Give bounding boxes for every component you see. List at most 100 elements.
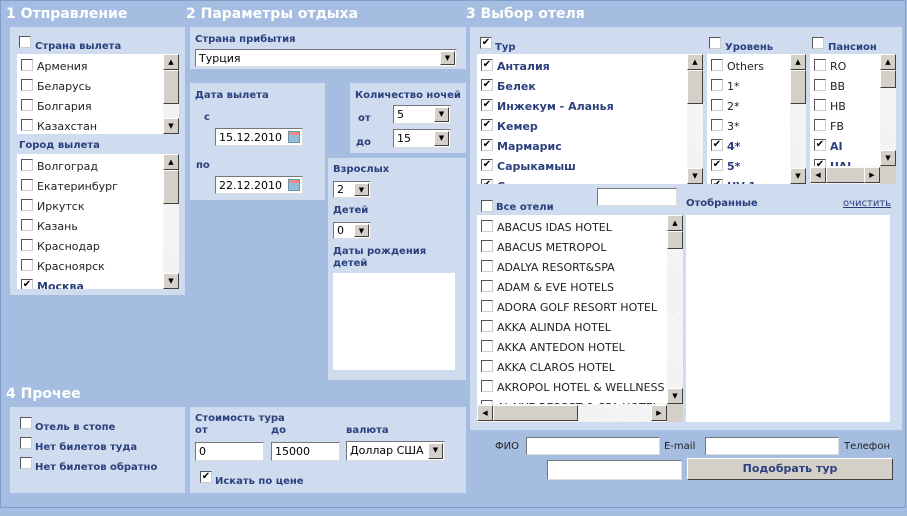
scroll-right-icon[interactable]: ▶ bbox=[651, 405, 667, 421]
item-checkbox[interactable] bbox=[481, 360, 493, 372]
item-label: 5* bbox=[727, 160, 741, 173]
item-checkbox[interactable]: ✔ bbox=[481, 139, 493, 151]
scroll-up-icon[interactable]: ▲ bbox=[667, 215, 683, 231]
item-checkbox[interactable]: ✔ bbox=[21, 279, 33, 289]
scroll-thumb[interactable] bbox=[667, 231, 683, 249]
vertical-scrollbar[interactable]: ▲ ▼ bbox=[163, 154, 179, 289]
item-checkbox[interactable] bbox=[21, 259, 33, 271]
horizontal-scrollbar[interactable]: ◀ ▶ bbox=[477, 404, 683, 422]
item-checkbox[interactable]: ✔ bbox=[481, 59, 493, 71]
scroll-right-icon[interactable]: ▶ bbox=[864, 167, 880, 183]
scroll-thumb[interactable] bbox=[790, 70, 806, 104]
birth-dates-textarea[interactable] bbox=[333, 273, 455, 370]
item-checkbox[interactable] bbox=[21, 59, 33, 71]
children-select[interactable]: 0 ▼ bbox=[333, 222, 371, 239]
hotel-search-input[interactable] bbox=[597, 188, 677, 206]
item-checkbox[interactable] bbox=[711, 99, 723, 111]
vertical-scrollbar[interactable]: ▲ ▼ bbox=[667, 215, 683, 404]
item-checkbox[interactable]: ✔ bbox=[711, 139, 723, 151]
scroll-thumb[interactable] bbox=[880, 70, 896, 88]
scroll-thumb[interactable] bbox=[163, 170, 179, 204]
item-checkbox[interactable]: ✔ bbox=[481, 79, 493, 91]
item-checkbox[interactable] bbox=[21, 159, 33, 171]
item-checkbox[interactable]: ✔ bbox=[814, 139, 826, 151]
item-checkbox[interactable] bbox=[814, 79, 826, 91]
tour-all-checkbox[interactable]: ✔ bbox=[480, 37, 492, 49]
scroll-up-icon[interactable]: ▲ bbox=[163, 54, 179, 70]
scroll-left-icon[interactable]: ◀ bbox=[477, 405, 493, 421]
scroll-down-icon[interactable]: ▼ bbox=[880, 150, 896, 166]
scroll-up-icon[interactable]: ▲ bbox=[163, 154, 179, 170]
scroll-thumb[interactable] bbox=[163, 70, 179, 104]
vertical-scrollbar[interactable]: ▲ ▼ bbox=[880, 54, 896, 166]
item-checkbox[interactable] bbox=[711, 79, 723, 91]
item-checkbox[interactable]: ✔ bbox=[481, 159, 493, 171]
phone-input[interactable] bbox=[547, 460, 682, 480]
item-checkbox[interactable] bbox=[481, 240, 493, 252]
clear-link[interactable]: очистить bbox=[843, 198, 891, 209]
vertical-scrollbar[interactable]: ▲ ▼ bbox=[163, 54, 179, 134]
item-checkbox[interactable] bbox=[481, 220, 493, 232]
item-checkbox[interactable]: ✔ bbox=[481, 119, 493, 131]
item-checkbox[interactable] bbox=[21, 179, 33, 191]
scroll-left-icon[interactable]: ◀ bbox=[810, 167, 826, 183]
item-checkbox[interactable] bbox=[481, 300, 493, 312]
price-search-checkbox[interactable]: ✔ bbox=[200, 471, 212, 483]
arrival-select[interactable]: Турция ▼ bbox=[195, 49, 457, 67]
scroll-down-icon[interactable]: ▼ bbox=[790, 168, 806, 184]
horizontal-scrollbar[interactable]: ◀ ▶ bbox=[810, 166, 896, 184]
scroll-thumb[interactable] bbox=[493, 405, 578, 421]
vertical-scrollbar[interactable]: ▲ ▼ bbox=[790, 54, 806, 184]
item-checkbox[interactable] bbox=[21, 99, 33, 111]
item-checkbox[interactable]: ✔ bbox=[481, 99, 493, 111]
all-hotels-checkbox[interactable] bbox=[481, 200, 493, 212]
selected-hotels-list[interactable] bbox=[686, 215, 890, 422]
scroll-up-icon[interactable]: ▲ bbox=[880, 54, 896, 70]
item-checkbox[interactable] bbox=[21, 219, 33, 231]
item-checkbox[interactable]: ✔ bbox=[711, 159, 723, 171]
option-checkbox[interactable] bbox=[20, 457, 32, 469]
scroll-down-icon[interactable]: ▼ bbox=[667, 388, 683, 404]
item-checkbox[interactable] bbox=[814, 59, 826, 71]
country-all-checkbox[interactable] bbox=[19, 36, 31, 48]
price-to-input[interactable]: 15000 bbox=[271, 442, 340, 461]
scroll-down-icon[interactable]: ▼ bbox=[163, 273, 179, 289]
level-all-checkbox[interactable] bbox=[709, 37, 721, 49]
item-checkbox[interactable]: ✔ bbox=[711, 179, 723, 184]
item-checkbox[interactable] bbox=[21, 79, 33, 91]
scroll-thumb[interactable] bbox=[687, 70, 703, 104]
nights-from-select[interactable]: 5 ▼ bbox=[393, 105, 451, 124]
name-input[interactable] bbox=[526, 437, 660, 455]
item-checkbox[interactable]: ✔ bbox=[481, 179, 493, 184]
item-checkbox[interactable] bbox=[814, 99, 826, 111]
item-checkbox[interactable] bbox=[481, 320, 493, 332]
scroll-down-icon[interactable]: ▼ bbox=[163, 118, 179, 134]
item-checkbox[interactable] bbox=[711, 59, 723, 71]
currency-select[interactable]: Доллар США ▼ bbox=[346, 441, 445, 461]
item-checkbox[interactable] bbox=[481, 340, 493, 352]
item-checkbox[interactable] bbox=[21, 199, 33, 211]
email-input[interactable] bbox=[705, 437, 839, 455]
calendar-icon[interactable] bbox=[288, 131, 300, 143]
scroll-down-icon[interactable]: ▼ bbox=[687, 168, 703, 184]
scroll-up-icon[interactable]: ▲ bbox=[790, 54, 806, 70]
nights-to-select[interactable]: 15 ▼ bbox=[393, 129, 451, 148]
submit-button[interactable]: Подобрать тур bbox=[687, 458, 893, 480]
item-checkbox[interactable] bbox=[21, 119, 33, 131]
item-checkbox[interactable] bbox=[481, 380, 493, 392]
scroll-up-icon[interactable]: ▲ bbox=[687, 54, 703, 70]
item-checkbox[interactable] bbox=[481, 260, 493, 272]
item-checkbox[interactable] bbox=[481, 280, 493, 292]
adults-select[interactable]: 2 ▼ bbox=[333, 181, 371, 198]
item-checkbox[interactable] bbox=[711, 119, 723, 131]
calendar-icon[interactable] bbox=[288, 179, 300, 191]
board-all-checkbox[interactable] bbox=[812, 37, 824, 49]
option-checkbox[interactable] bbox=[20, 437, 32, 449]
vertical-scrollbar[interactable]: ▲ ▼ bbox=[687, 54, 703, 184]
price-from-input[interactable]: 0 bbox=[195, 442, 264, 461]
option-checkbox[interactable] bbox=[20, 417, 32, 429]
date-from-input[interactable]: 15.12.2010 bbox=[215, 128, 303, 146]
item-checkbox[interactable] bbox=[21, 239, 33, 251]
date-to-input[interactable]: 22.12.2010 bbox=[215, 176, 303, 194]
item-checkbox[interactable] bbox=[814, 119, 826, 131]
